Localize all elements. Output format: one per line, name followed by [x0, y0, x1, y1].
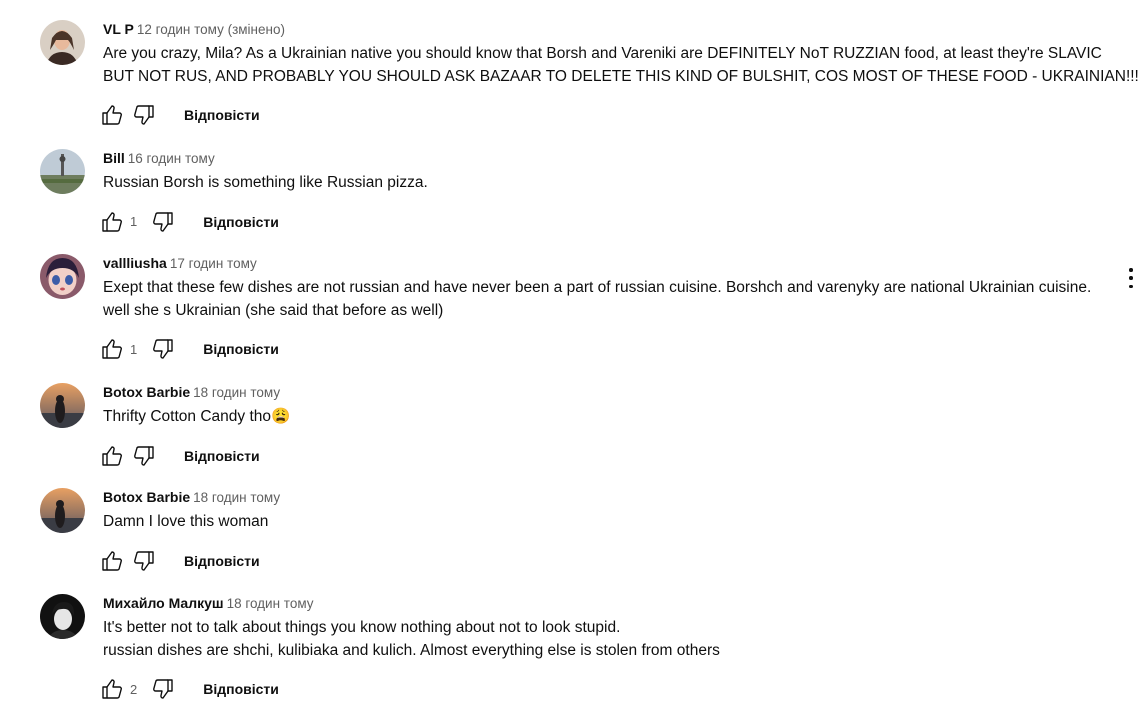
comment-line: russian dishes are shchi, kulibiaka and … [103, 641, 720, 659]
comment-line: Are you crazy, Mila? As a Ukrainian nati… [103, 45, 1102, 62]
comment-line: Exept that these few dishes are not russ… [103, 279, 1092, 296]
comment-line: Damn I love this woman [103, 513, 269, 530]
comment-author[interactable]: Bill [103, 150, 125, 166]
reply-button[interactable]: Відповісти [184, 553, 260, 569]
comment-line: Russian Borsh is something like Russian … [103, 174, 428, 191]
comment-text: Are you crazy, Mila? As a Ukrainian nati… [103, 43, 1138, 88]
comment-text: Exept that these few dishes are not russ… [103, 277, 1103, 322]
like-count: 1 [130, 214, 138, 229]
comment-time[interactable]: 17 годин тому [170, 256, 257, 271]
reply-button[interactable]: Відповісти [184, 448, 260, 464]
comment-line: It's better not to talk about things you… [103, 619, 621, 636]
comment-time[interactable]: 12 годин тому (змінено) [137, 22, 285, 37]
avatar[interactable] [40, 488, 85, 533]
thumb-down-icon[interactable] [132, 549, 156, 573]
comment-author[interactable]: vallliusha [103, 255, 167, 271]
comment-text: Russian Borsh is something like Russian … [103, 172, 1103, 195]
thumb-up-icon[interactable] [100, 549, 124, 573]
comment-author[interactable]: VL P [103, 21, 134, 37]
comment-line: BUT NOT RUS, AND PROBABLY YOU SHOULD ASK… [103, 67, 1138, 85]
thumb-up-icon[interactable] [100, 444, 124, 468]
thumb-down-icon[interactable] [132, 444, 156, 468]
thumb-down-icon[interactable] [151, 337, 175, 361]
avatar[interactable] [40, 383, 85, 428]
avatar[interactable] [40, 594, 85, 639]
reply-button[interactable]: Відповісти [203, 681, 279, 697]
dot [1129, 268, 1133, 272]
like-count: 2 [130, 681, 138, 697]
comment-text: It's better not to talk about things you… [103, 617, 1103, 662]
dot [1129, 276, 1133, 280]
comment-author[interactable]: Botox Barbie [103, 384, 190, 400]
thumb-up-icon[interactable] [100, 103, 124, 127]
comment-line: well she s Ukrainian (she said that befo… [103, 301, 444, 319]
vertical-dots-icon[interactable] [1124, 266, 1138, 290]
avatar[interactable] [40, 20, 85, 65]
comment-line: Thrifty Cotton Candy tho😩 [103, 408, 291, 425]
avatar[interactable] [40, 149, 85, 194]
thumb-up-icon[interactable] [100, 337, 124, 361]
like-count: 1 [130, 341, 138, 357]
comment-author[interactable]: Botox Barbie [103, 489, 190, 505]
thumb-down-icon[interactable] [151, 210, 175, 234]
thumb-down-icon[interactable] [151, 677, 175, 701]
comment-time[interactable]: 16 годин тому [128, 151, 215, 166]
avatar[interactable] [40, 254, 85, 299]
thumb-up-icon[interactable] [100, 677, 124, 701]
thumb-up-icon[interactable] [100, 210, 124, 234]
comment-time[interactable]: 18 годин тому [193, 490, 280, 505]
comment-text: Thrifty Cotton Candy tho😩 [103, 406, 1103, 429]
comment-author[interactable]: Михайло Малкуш [103, 595, 224, 611]
comment-time[interactable]: 18 годин тому [193, 385, 280, 400]
dot [1129, 284, 1133, 288]
thumb-down-icon[interactable] [132, 103, 156, 127]
comment-text: Damn I love this woman [103, 511, 1103, 534]
reply-button[interactable]: Відповісти [203, 214, 279, 230]
reply-button[interactable]: Відповісти [203, 341, 279, 357]
reply-button[interactable]: Відповісти [184, 107, 260, 123]
comment-time[interactable]: 18 годин тому [227, 596, 314, 611]
